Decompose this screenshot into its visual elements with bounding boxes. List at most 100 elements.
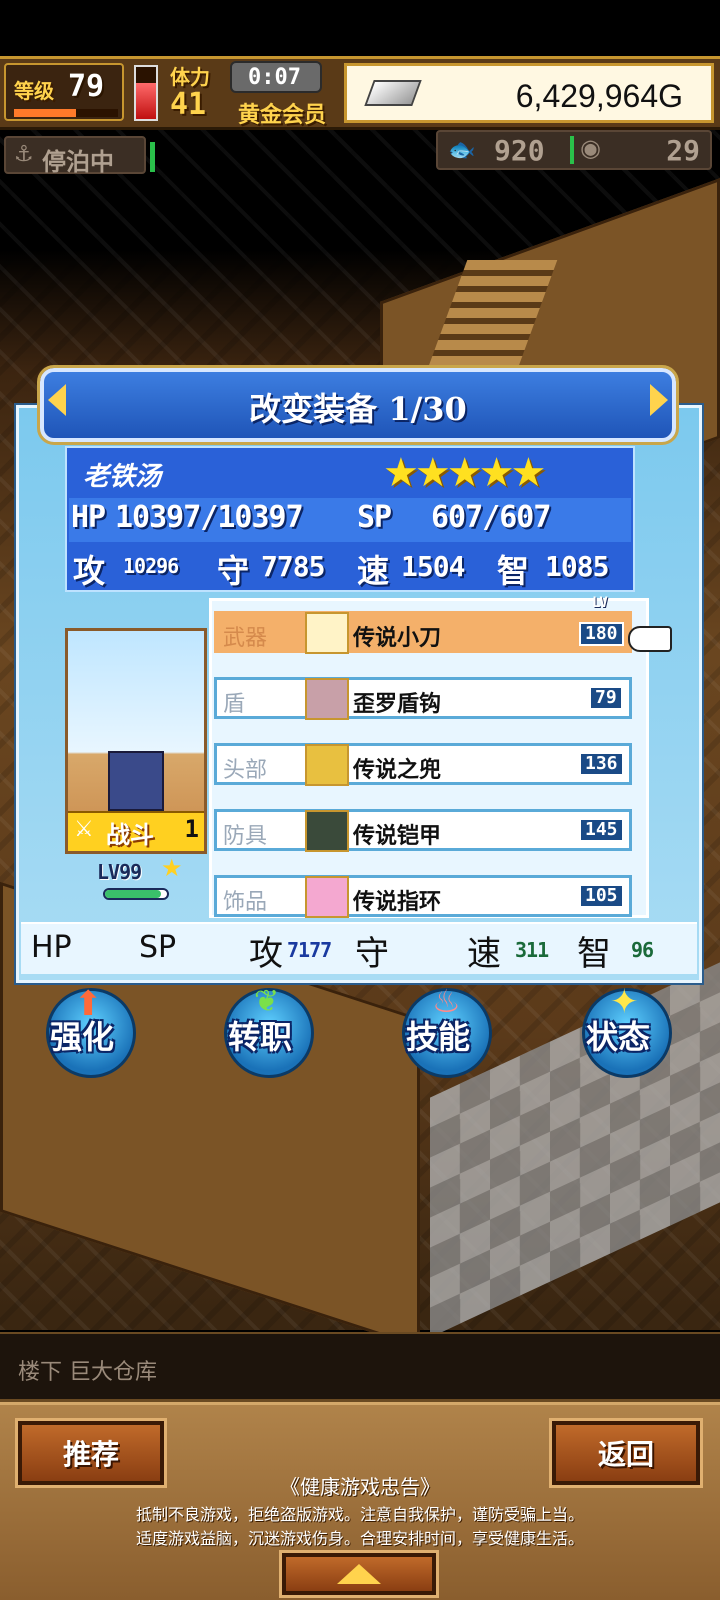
equipment-row-shield[interactable]: 盾 歪罗盾钩 79 — [214, 677, 632, 720]
next-arrow-icon[interactable] — [650, 384, 668, 416]
bonus-spd-label: 速 — [467, 934, 501, 974]
character-sprite — [108, 751, 164, 811]
slot-label: 盾 — [223, 692, 246, 717]
equipment-row-armor[interactable]: 防具 传说铠甲 145 — [214, 809, 632, 852]
membership-label: 黄金会员 — [238, 103, 327, 128]
stamina-label: 体力 — [170, 65, 210, 89]
item-name: 歪罗盾钩 — [353, 691, 442, 717]
def-value: 7785 — [261, 550, 325, 583]
character-exp-bar — [103, 888, 169, 900]
skills-label: 技能 — [406, 1018, 471, 1056]
expand-button[interactable] — [279, 1550, 439, 1598]
def-label: 守 — [217, 552, 249, 590]
stamina-value: 41 — [170, 87, 207, 122]
item-value: 105 — [579, 884, 624, 908]
class-change-label: 转职 — [228, 1018, 293, 1056]
equipment-row-weapon[interactable]: 武器 传说小刀 180 — [214, 611, 632, 654]
bonus-def-label: 守 — [355, 934, 389, 974]
character-name: 老铁汤 — [83, 462, 162, 492]
slot-label: 武器 — [223, 626, 268, 651]
hp-label: HP — [71, 500, 106, 535]
int-value: 1085 — [545, 550, 609, 583]
bonus-atk-label: 攻 — [249, 934, 283, 974]
equipment-row-accessory[interactable]: 饰品 传说指环 105 — [214, 875, 632, 918]
top-hud: 等级 79 体力 41 0:07 黄金会员 6,429,964G — [0, 56, 720, 130]
fish-icon: 🐟 — [448, 138, 476, 163]
spd-label: 速 — [357, 552, 389, 590]
attributes-row: 攻 10296 守 7785 速 1504 智 1085 — [69, 546, 631, 590]
hp-value: 10397/10397 — [115, 500, 304, 535]
bonus-atk-value: 7177 — [287, 938, 332, 962]
slot-label: 防具 — [223, 824, 268, 849]
sword-icon: ⚔ — [74, 817, 94, 842]
location-text: 楼下 巨大仓库 — [18, 1360, 157, 1385]
anchor-icon: ⚓ — [14, 142, 34, 167]
atk-value: 10296 — [123, 554, 179, 578]
stamina-gauge — [134, 65, 158, 121]
item-name: 传说小刀 — [353, 625, 442, 651]
hp-sp-row: HP 10397/10397 SP 607/607 — [69, 498, 631, 542]
item-name: 传说之兜 — [353, 757, 442, 783]
star-icon: ★★★★★ — [383, 450, 546, 496]
enhance-button[interactable]: ⬆ 强化 — [46, 984, 136, 1078]
ring-icon — [305, 876, 349, 918]
item-value: 79 — [589, 686, 623, 710]
status-text: 停泊中 — [42, 148, 114, 176]
pointer-hand-icon — [628, 626, 672, 652]
item-name: 传说铠甲 — [353, 823, 442, 849]
exp-bar — [14, 109, 118, 117]
slot-label: 头部 — [223, 758, 268, 783]
status-button[interactable]: ✦ 状态 — [582, 982, 672, 1078]
enhance-label: 强化 — [50, 1018, 115, 1056]
status-badge: ⚓ 停泊中 — [4, 136, 146, 176]
dialog-title: 改变装备 1/30 — [249, 390, 467, 428]
armor-icon — [305, 810, 349, 852]
sp-value: 607/607 — [431, 500, 551, 535]
bonus-spd-value: 311 — [515, 938, 549, 962]
equipment-list: LV 武器 传说小刀 180 盾 歪罗盾钩 79 头部 传说之兜 136 防具 … — [209, 595, 649, 918]
notice-title: 《健康游戏忠告》 — [280, 1475, 440, 1499]
notice-line-1: 抵制不良游戏，拒绝盗版游戏。注意自我保护，谨防受骗上当。 — [135, 1505, 584, 1524]
equipment-row-head[interactable]: 头部 传说之兜 136 — [214, 743, 632, 786]
coin-icon: ◉ — [580, 134, 601, 162]
stat-change-row: HP SP 攻 7177 守 速 311 智 96 — [21, 922, 697, 974]
resource-bar: 🐟 920 ◉ 29 — [436, 130, 712, 170]
lv-tag: LV — [592, 595, 608, 611]
battle-number: 1 — [184, 815, 199, 843]
bonus-sp-label: SP — [139, 930, 177, 965]
bonus-int-value: 96 — [631, 938, 654, 962]
int-label: 智 — [497, 552, 529, 590]
gold-box: 6,429,964G — [344, 63, 714, 123]
battle-label: 战斗 — [106, 821, 154, 849]
item-name: 传说指环 — [353, 889, 442, 915]
sp-label: SP — [357, 500, 392, 535]
equipment-dialog: 老铁汤 ★★★★★ HP 10397/10397 SP 607/607 攻 10… — [14, 403, 704, 985]
footer-panel: 推荐 返回 《健康游戏忠告》 抵制不良游戏，拒绝盗版游戏。注意自我保护，谨防受骗… — [0, 1402, 720, 1600]
bonus-int-label: 智 — [577, 934, 611, 974]
item-value: 180 — [579, 622, 624, 646]
spd-value: 1504 — [401, 550, 465, 583]
level-value: 79 — [68, 69, 105, 104]
helmet-icon — [305, 744, 349, 786]
atk-label: 攻 — [73, 552, 105, 590]
level-star-icon: ★ — [161, 854, 183, 882]
character-level: LV99 — [97, 860, 142, 884]
class-change-button[interactable]: ❦ 转职 — [224, 984, 314, 1078]
gold-amount: 6,429,964G — [515, 78, 683, 114]
status-indicator — [150, 142, 155, 172]
timer-text: 0:07 — [248, 65, 301, 90]
battle-badge: ⚔ 战斗 1 — [68, 811, 204, 851]
dagger-icon — [305, 612, 349, 654]
item-value: 136 — [579, 752, 624, 776]
slot-label: 饰品 — [223, 890, 268, 915]
character-portrait[interactable]: ⚔ 战斗 1 — [65, 628, 207, 854]
level-label: 等级 — [14, 79, 54, 103]
back-label: 返回 — [597, 1438, 654, 1471]
resource-indicator — [570, 136, 574, 164]
skills-button[interactable]: ♨ 技能 — [402, 982, 492, 1078]
timer-box: 0:07 — [230, 61, 322, 93]
recommend-label: 推荐 — [62, 1438, 119, 1471]
shield-icon — [305, 678, 349, 720]
notice-line-2: 适度游戏益脑，沉迷游戏伤身。合理安排时间，享受健康生活。 — [135, 1529, 584, 1548]
status-label: 状态 — [586, 1018, 651, 1056]
